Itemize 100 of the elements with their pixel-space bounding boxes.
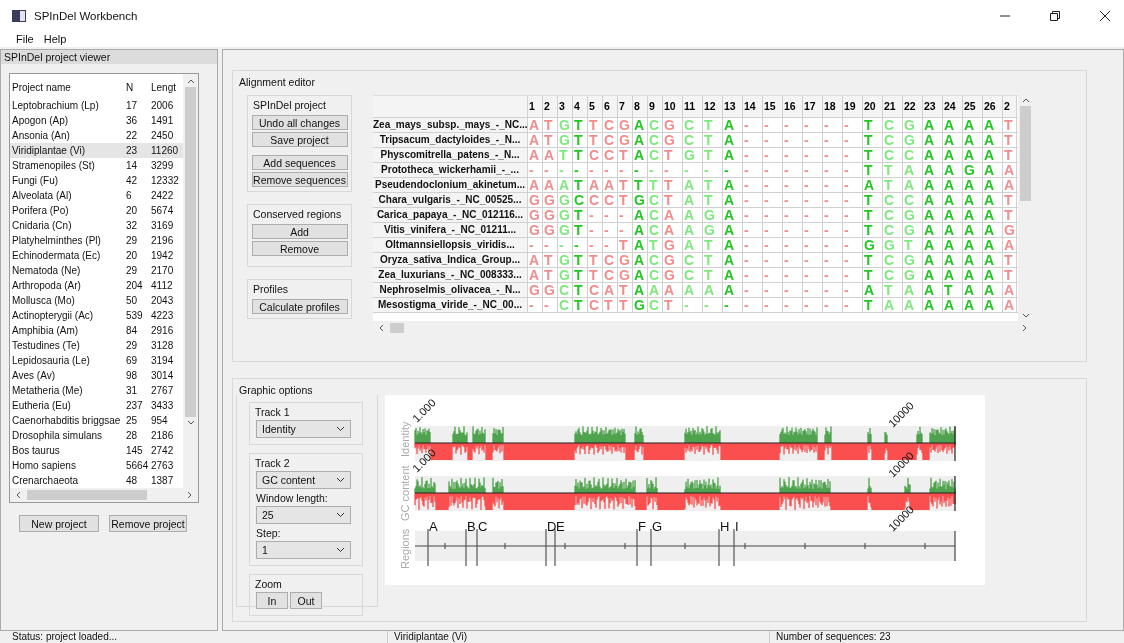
- zoom-button[interactable]: Out: [290, 592, 322, 609]
- base-cell: -: [843, 208, 863, 222]
- project-row[interactable]: Caenorhabditis briggsae 25 954: [10, 413, 183, 428]
- base-cell: A: [923, 163, 943, 177]
- sequence-name[interactable]: Oltmannsiellopsis_viridis...: [373, 238, 528, 252]
- column-header[interactable]: N: [126, 81, 151, 93]
- scroll-thumb[interactable]: [1020, 106, 1031, 201]
- column-header: 14: [743, 96, 763, 117]
- project-row[interactable]: Ansonia (An) 22 2450: [10, 128, 183, 143]
- base-cell: G: [663, 238, 683, 252]
- project-button[interactable]: Remove project: [109, 515, 187, 532]
- base-cell: G: [903, 253, 923, 267]
- sequence-name[interactable]: Mesostigma_viride_-_NC_00...: [373, 298, 528, 312]
- chevron-down-icon[interactable]: [186, 420, 195, 426]
- project-row[interactable]: Homo sapiens 5664 2763: [10, 458, 183, 473]
- base-cell: T: [573, 268, 588, 282]
- chevron-down-icon[interactable]: [1021, 313, 1030, 319]
- sequence-name[interactable]: Vitis_vinifera_-_NC_01211...: [373, 223, 528, 237]
- project-row[interactable]: Crenarchaeota 48 1387: [10, 473, 183, 488]
- menu-item[interactable]: Help: [43, 33, 67, 45]
- window-length-select[interactable]: 25: [256, 506, 351, 524]
- project-row[interactable]: Alveolata (Al) 6 2422: [10, 188, 183, 203]
- project-row[interactable]: Eutheria (Eu) 237 3433: [10, 398, 183, 413]
- column-header[interactable]: Lengt: [151, 81, 181, 93]
- chevron-up-icon[interactable]: [1021, 97, 1030, 103]
- base-cell: T: [603, 298, 618, 312]
- scroll-thumb[interactable]: [185, 87, 196, 417]
- base-cell: T: [863, 208, 883, 222]
- chevron-up-icon[interactable]: [186, 78, 195, 84]
- project-row[interactable]: Nematoda (Ne) 29 2170: [10, 263, 183, 278]
- action-button[interactable]: Add: [251, 224, 348, 239]
- project-row[interactable]: Mollusca (Mo) 50 2043: [10, 293, 183, 308]
- action-button[interactable]: Calculate profiles: [251, 299, 348, 314]
- table-cell-text: 25: [126, 415, 139, 426]
- sequence-name[interactable]: Nephroselmis_olivacea_-_N...: [373, 283, 528, 297]
- project-row[interactable]: Platyhelminthes (Pl) 29 2196: [10, 233, 183, 248]
- project-row[interactable]: Stramenopiles (St) 14 3299: [10, 158, 183, 173]
- table-cell-text: 69: [126, 355, 139, 366]
- step-select[interactable]: 1: [256, 541, 351, 559]
- base-cell: C: [648, 223, 663, 237]
- project-row[interactable]: Metatheria (Me) 31 2767: [10, 383, 183, 398]
- base-cell: A: [633, 238, 648, 252]
- chevron-left-icon[interactable]: [15, 491, 21, 499]
- table-cell-text: 12332: [151, 175, 180, 186]
- table-cell-text: Mollusca (Mo): [12, 295, 76, 306]
- project-row[interactable]: Leptobrachium (Lp) 17 2006: [10, 98, 183, 113]
- base-cell: -: [803, 268, 823, 282]
- chevron-right-icon[interactable]: [187, 491, 193, 499]
- scroll-thumb[interactable]: [390, 323, 404, 333]
- base-cell: -: [743, 253, 763, 267]
- sequence-name[interactable]: Physcomitrella_patens_-_N...: [373, 148, 528, 162]
- table-cell-text: 5664: [126, 460, 150, 471]
- project-row[interactable]: Apogon (Ap) 36 1491: [10, 113, 183, 128]
- track-select[interactable]: GC content: [256, 471, 351, 489]
- horizontal-scrollbar[interactable]: [10, 488, 198, 502]
- sequence-name[interactable]: Prototheca_wickerhamii_-_...: [373, 163, 528, 177]
- column-header[interactable]: Project name: [12, 81, 126, 93]
- chevron-right-icon[interactable]: [1022, 324, 1028, 332]
- project-row[interactable]: Echinodermata (Ec) 20 1942: [10, 248, 183, 263]
- base-cell: T: [543, 118, 558, 132]
- close-icon[interactable]: [1100, 10, 1110, 21]
- action-button[interactable]: Undo all changes: [251, 115, 348, 130]
- project-row[interactable]: Bos taurus 145 2742: [10, 443, 183, 458]
- base-cell: T: [703, 268, 723, 282]
- action-button[interactable]: Save project: [251, 132, 348, 147]
- base-cell: G: [633, 193, 648, 207]
- sequence-name[interactable]: Pseudendoclonium_akinetum...: [373, 178, 528, 192]
- sequence-name[interactable]: Oryza_sativa_Indica_Group...: [373, 253, 528, 267]
- project-row[interactable]: Porifera (Po) 20 5674: [10, 203, 183, 218]
- base-cell: A: [983, 283, 1003, 297]
- base-cell: -: [633, 163, 648, 177]
- track-select[interactable]: Identity: [256, 420, 351, 438]
- sequence-name[interactable]: Chara_vulgaris_-_NC_00525...: [373, 193, 528, 207]
- sequence-name[interactable]: Zea_mays_subsp._mays_-_NC...: [373, 118, 528, 132]
- action-button[interactable]: Remove sequences: [251, 172, 348, 187]
- project-row[interactable]: Actinopterygii (Ac) 539 4223: [10, 308, 183, 323]
- sequence-name[interactable]: Zea_luxurians_-_NC_008333...: [373, 268, 528, 282]
- chevron-left-icon[interactable]: [378, 324, 384, 332]
- project-row[interactable]: Amphibia (Am) 84 2916: [10, 323, 183, 338]
- project-row[interactable]: Drosophila simulans 28 2186: [10, 428, 183, 443]
- project-row[interactable]: Lepidosauria (Le) 69 3194: [10, 353, 183, 368]
- project-row[interactable]: Arthropoda (Ar) 204 4112: [10, 278, 183, 293]
- zoom-button[interactable]: In: [256, 592, 288, 609]
- sequence-name[interactable]: Carica_papaya_-_NC_012116...: [373, 208, 528, 222]
- scroll-thumb[interactable]: [27, 490, 147, 500]
- base-cell: A: [963, 133, 983, 147]
- base-cell: A: [883, 298, 903, 312]
- action-button[interactable]: Remove: [251, 241, 348, 256]
- sequence-name[interactable]: Tripsacum_dactyloides_-_N...: [373, 133, 528, 147]
- project-row[interactable]: Fungi (Fu) 42 12332: [10, 173, 183, 188]
- project-row[interactable]: Viridiplantae (Vi) 23 11260: [10, 143, 183, 158]
- project-row[interactable]: Aves (Av) 98 3014: [10, 368, 183, 383]
- action-button[interactable]: Add sequences: [251, 155, 348, 170]
- restore-icon[interactable]: [1050, 10, 1060, 21]
- vertical-scrollbar[interactable]: [183, 74, 198, 488]
- menu-item[interactable]: File: [16, 33, 34, 45]
- base-cell: A: [983, 148, 1003, 162]
- project-row[interactable]: Cnidaria (Cn) 32 3169: [10, 218, 183, 233]
- project-row[interactable]: Testudines (Te) 29 3128: [10, 338, 183, 353]
- project-button[interactable]: New project: [19, 515, 99, 532]
